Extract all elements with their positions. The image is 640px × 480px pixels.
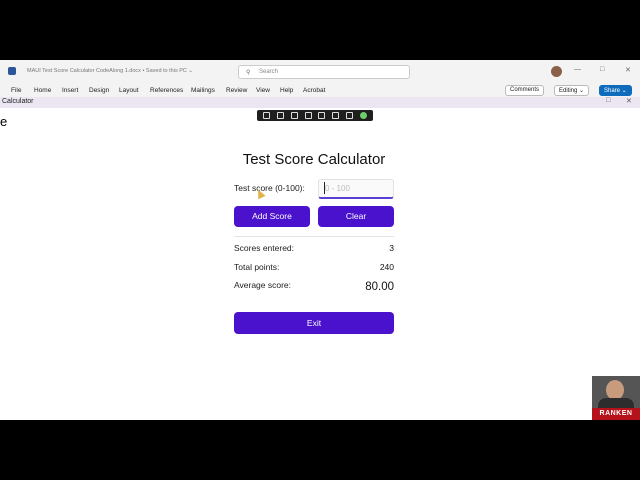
- tab-home[interactable]: Home: [34, 87, 51, 94]
- search-icon: ⚲: [246, 70, 251, 76]
- divider: [234, 236, 394, 237]
- screen-frame: MAUI Test Score Calculator CodeAlong 1.d…: [0, 60, 640, 420]
- debug-toolbar: [257, 110, 373, 121]
- tab-references[interactable]: References: [150, 87, 183, 94]
- presenter-head: [606, 380, 624, 400]
- page-title: Test Score Calculator: [242, 151, 386, 168]
- layout-icon[interactable]: [332, 112, 340, 119]
- record-icon[interactable]: [277, 112, 285, 119]
- stray-text: e: [0, 114, 8, 129]
- text-caret: [324, 182, 325, 194]
- scores-entered-label: Scores entered:: [234, 243, 295, 253]
- exit-button[interactable]: Exit: [234, 312, 394, 334]
- test-score-input[interactable]: [318, 179, 394, 199]
- word-title-bar: MAUI Test Score Calculator CodeAlong 1.d…: [0, 60, 640, 84]
- comments-button[interactable]: Comments: [505, 85, 545, 96]
- total-points-value: 240: [379, 262, 394, 272]
- tab-layout[interactable]: Layout: [119, 87, 139, 94]
- tab-acrobat[interactable]: Acrobat: [303, 87, 325, 94]
- tab-insert[interactable]: Insert: [62, 87, 78, 94]
- add-score-button[interactable]: Add Score: [234, 206, 310, 227]
- app-close-icon[interactable]: ✕: [626, 97, 632, 105]
- editing-button[interactable]: Editing ⌄: [554, 85, 590, 96]
- tab-file[interactable]: File: [11, 87, 21, 94]
- total-points-label: Total points:: [234, 262, 280, 272]
- document-title: MAUI Test Score Calculator CodeAlong 1.d…: [27, 68, 194, 74]
- select-element-icon[interactable]: [290, 112, 298, 119]
- hot-reload-ok-icon[interactable]: [359, 112, 367, 119]
- clear-button[interactable]: Clear: [318, 206, 394, 227]
- presenter-camera: RANKEN: [592, 376, 640, 420]
- share-button[interactable]: Share ⌄: [599, 85, 632, 96]
- track-focus-icon[interactable]: [318, 112, 326, 119]
- live-tree-icon[interactable]: [263, 112, 271, 119]
- average-score-label: Average score:: [234, 280, 292, 290]
- avatar[interactable]: [551, 66, 562, 77]
- tab-design[interactable]: Design: [89, 87, 109, 94]
- brand-logo: RANKEN: [592, 408, 640, 420]
- close-icon[interactable]: ✕: [625, 66, 631, 74]
- minimize-icon[interactable]: —: [574, 66, 581, 73]
- word-logo-icon: [8, 67, 16, 75]
- tab-help[interactable]: Help: [280, 87, 293, 94]
- average-score-value: 80.00: [365, 281, 394, 293]
- display-adorners-icon[interactable]: [304, 112, 312, 119]
- app-title-bar: Calculator □ ✕: [0, 97, 640, 108]
- ribbon-tabs: File Home Insert Design Layout Reference…: [0, 84, 640, 97]
- accessibility-icon[interactable]: [345, 112, 353, 119]
- search-placeholder: Search: [259, 69, 279, 75]
- maximize-icon[interactable]: □: [600, 66, 604, 73]
- app-maximize-icon[interactable]: □: [606, 97, 610, 104]
- tab-review[interactable]: Review: [226, 87, 247, 94]
- app-window-title: Calculator: [2, 98, 34, 105]
- test-score-label: Test score (0-100):: [234, 183, 305, 193]
- scores-entered-value: 3: [389, 243, 394, 253]
- tab-view[interactable]: View: [256, 87, 270, 94]
- tab-mailings[interactable]: Mailings: [191, 87, 215, 94]
- word-search-box[interactable]: ⚲ Search: [238, 65, 410, 79]
